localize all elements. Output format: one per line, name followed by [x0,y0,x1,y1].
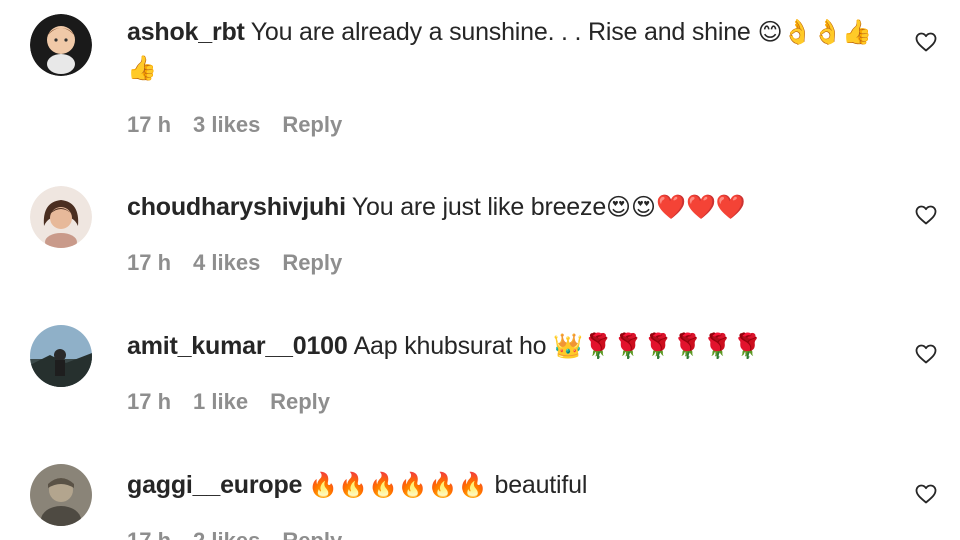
comment-time[interactable]: 17 h [127,250,171,275]
comment-username[interactable]: choudharyshivjuhi [127,193,346,221]
reply-button[interactable]: Reply [282,250,342,275]
avatar[interactable] [30,14,92,76]
comment-body: gaggi__europe 🔥🔥🔥🔥🔥🔥 beautiful [127,467,880,503]
comment-text: beautiful [494,471,588,499]
comment-likes[interactable]: 1 like [193,389,248,414]
comment-username[interactable]: gaggi__europe [127,471,302,499]
comment-emojis: 😍😍❤️❤️❤️ [606,193,746,221]
comment-text: You are just like breeze [351,193,607,221]
comment-text: You are already a sunshine. . . Rise and… [250,18,751,46]
comment-emojis: 🔥🔥🔥🔥🔥🔥 [308,471,488,499]
heart-outline-icon[interactable] [914,203,938,227]
comment-meta: 17 h 3 likes Reply [127,112,364,138]
heart-outline-icon[interactable] [914,30,938,54]
reply-button[interactable]: Reply [282,528,342,540]
comment-time[interactable]: 17 h [127,112,171,137]
avatar[interactable] [30,464,92,526]
comment-likes[interactable]: 2 likes [193,528,260,540]
comment-body: ashok_rbt You are already a sunshine. . .… [127,14,880,86]
heart-outline-icon[interactable] [914,482,938,506]
reply-button[interactable]: Reply [282,112,342,137]
comment-meta: 17 h 4 likes Reply [127,250,364,276]
comment-time[interactable]: 17 h [127,389,171,414]
comment-meta: 17 h 1 like Reply [127,389,352,415]
comment-likes[interactable]: 3 likes [193,112,260,137]
comment-body: choudharyshivjuhi You are just like breez… [127,189,880,225]
comment-username[interactable]: amit_kumar__0100 [127,332,348,360]
comment-time[interactable]: 17 h [127,528,171,540]
reply-button[interactable]: Reply [270,389,330,414]
avatar[interactable] [30,186,92,248]
comment-emojis: 👑🌹🌹🌹🌹🌹🌹 [553,332,763,360]
avatar[interactable] [30,325,92,387]
comment-username[interactable]: ashok_rbt [127,18,245,46]
comment-text: Aap khubsurat ho [353,332,547,360]
heart-outline-icon[interactable] [914,342,938,366]
comment-likes[interactable]: 4 likes [193,250,260,275]
comment-body: amit_kumar__0100 Aap khubsurat ho 👑🌹🌹🌹🌹🌹🌹 [127,328,880,364]
comment-meta: 17 h 2 likes Reply [127,528,364,540]
comments-list: ashok_rbt You are already a sunshine. . .… [0,0,960,540]
